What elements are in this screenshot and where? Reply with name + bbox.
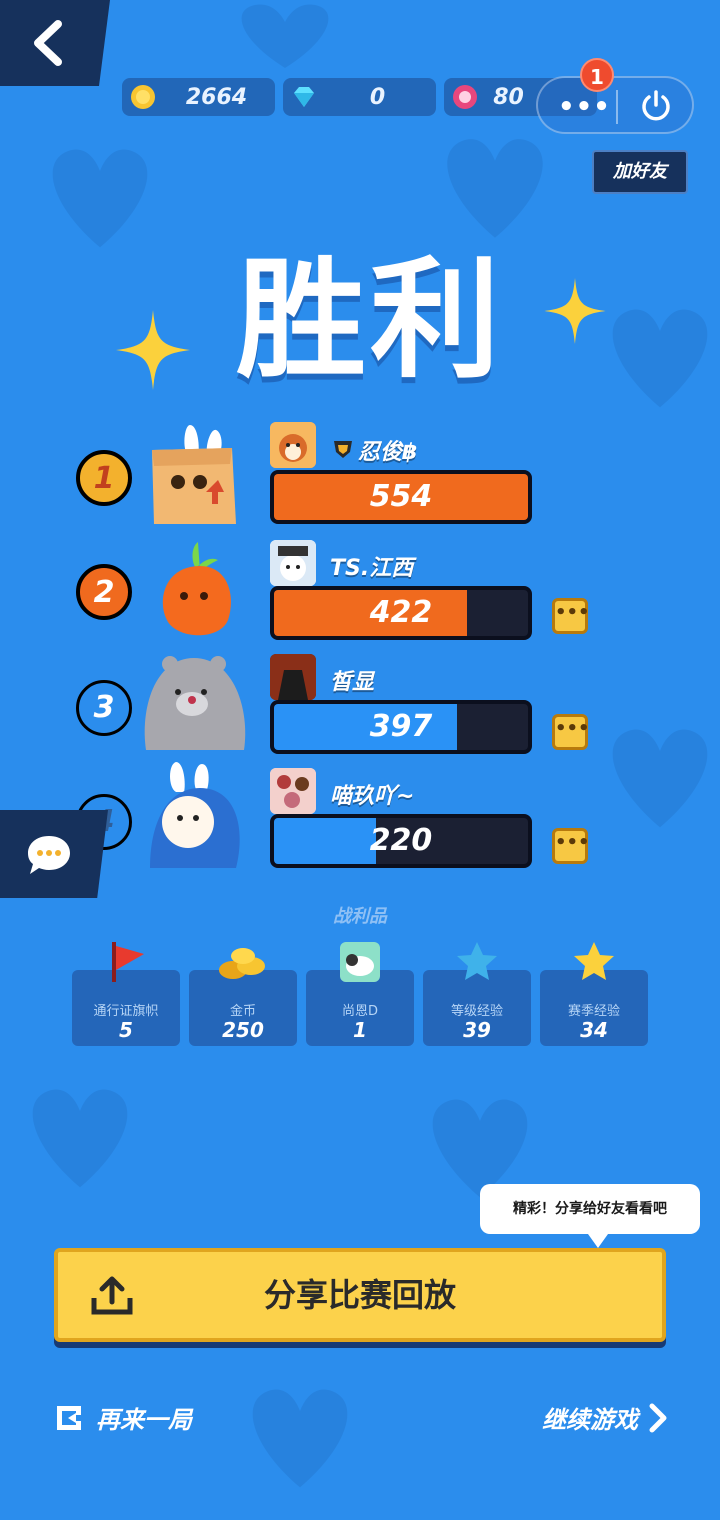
score-bar: 397: [270, 700, 532, 754]
more-options-button[interactable]: •••: [558, 92, 611, 122]
loot-label: 等级经验: [450, 1004, 503, 1019]
loot-label: 金币: [229, 1004, 256, 1019]
player-name: 忍俊฿: [358, 440, 418, 465]
loot-item[interactable]: 金币 250: [189, 948, 297, 1046]
gold-coin-counter[interactable]: 2664: [122, 78, 275, 116]
loot-item[interactable]: 等级经验 39: [423, 942, 531, 1046]
loot-item[interactable]: 通行证旗帜 5: [72, 942, 180, 1046]
bunny-character: [150, 762, 240, 868]
blue-star-icon: [457, 942, 497, 980]
chat-button[interactable]: [0, 810, 108, 898]
back-button[interactable]: [0, 0, 110, 86]
player-avatar[interactable]: [270, 768, 316, 814]
carrot-character: [162, 542, 231, 636]
score-value: 554: [369, 479, 433, 514]
menu-divider: [616, 90, 618, 124]
ranking-row: 4 喵玖吖~ 220 •••: [0, 762, 720, 874]
gold-coin-value: 2664: [185, 84, 248, 110]
loot-label: 通行证旗帜: [93, 1004, 159, 1019]
ranking-row: 1 忍俊฿ 554: [0, 420, 720, 530]
score-bar: 220: [270, 814, 532, 868]
loot-value: 5: [119, 1018, 133, 1042]
rank-medal-3: 3: [76, 680, 132, 736]
sparkle-icon: [116, 310, 190, 390]
power-icon[interactable]: [638, 88, 674, 124]
score-bar: 422: [270, 586, 532, 640]
loot-item[interactable]: 赛季经验 34: [540, 942, 648, 1046]
player-more-button[interactable]: •••: [552, 828, 590, 864]
guild-badge-icon: [334, 441, 352, 458]
ranking-row: 2 TS.江西 422 •••: [0, 536, 720, 646]
player-name: 喵玖吖~: [330, 784, 415, 809]
box-bunny-character: [152, 425, 236, 524]
player-name: 皙显: [330, 670, 375, 695]
gold-coin-icon: [131, 85, 155, 109]
share-replay-label: 分享比赛回放: [263, 1276, 456, 1314]
loot-value: 34: [580, 1018, 608, 1042]
gray-bear-character: [144, 656, 246, 750]
player-more-button[interactable]: •••: [552, 598, 590, 634]
sparkle-icon: [544, 278, 606, 344]
loot-item[interactable]: 尚恩D 1: [306, 942, 414, 1046]
player-name: TS.江西: [330, 556, 414, 581]
chevron-left-icon: [34, 20, 62, 66]
chevron-right-icon: [649, 1403, 667, 1432]
share-replay-button[interactable]: 分享比赛回放: [54, 1248, 666, 1342]
yellow-star-icon: [574, 942, 614, 980]
rank-medal-2: 2: [76, 564, 132, 620]
player-more-button[interactable]: •••: [552, 714, 590, 750]
victory-title: 胜利: [235, 244, 504, 396]
play-again-button[interactable]: 再来一局: [54, 1400, 192, 1435]
player-avatar[interactable]: [270, 422, 316, 468]
loot-title: 战利品: [333, 906, 387, 927]
replay-icon: [57, 1405, 81, 1430]
player-avatar[interactable]: [270, 654, 316, 700]
loot-label: 尚恩D: [341, 1004, 378, 1019]
loot-value: 39: [463, 1018, 491, 1042]
score-value: 397: [369, 709, 433, 744]
player-avatar[interactable]: [270, 540, 316, 586]
red-flag-icon: [112, 942, 144, 982]
chat-bubble-icon: [28, 836, 70, 874]
diamond-icon: [294, 87, 314, 107]
coin-pile-icon: [219, 948, 265, 979]
system-menu-pill: •••: [536, 76, 694, 134]
flower-token-value: 80: [493, 84, 524, 110]
loot-label: 赛季经验: [567, 1004, 620, 1019]
notification-badge: 1: [580, 58, 614, 92]
add-friend-button[interactable]: 加好友: [592, 150, 688, 194]
rank-medal-1: 1: [76, 450, 132, 506]
diamond-value: 0: [369, 84, 386, 110]
continue-game-button[interactable]: 继续游戏: [542, 1400, 668, 1435]
sheep-card-icon: [340, 942, 380, 982]
flower-token-icon: [453, 85, 477, 109]
continue-game-label: 继续游戏: [542, 1406, 638, 1434]
loot-value: 250: [222, 1018, 264, 1042]
play-again-label: 再来一局: [96, 1406, 192, 1434]
diamond-counter[interactable]: 0: [283, 78, 436, 116]
loot-value: 1: [353, 1018, 367, 1042]
score-value: 220: [369, 823, 433, 858]
share-tooltip: 精彩！分享给好友看看吧: [480, 1184, 700, 1248]
score-value: 422: [369, 595, 433, 630]
ranking-row: 3 皙显 397 •••: [0, 650, 720, 760]
score-bar: 554: [270, 470, 532, 524]
